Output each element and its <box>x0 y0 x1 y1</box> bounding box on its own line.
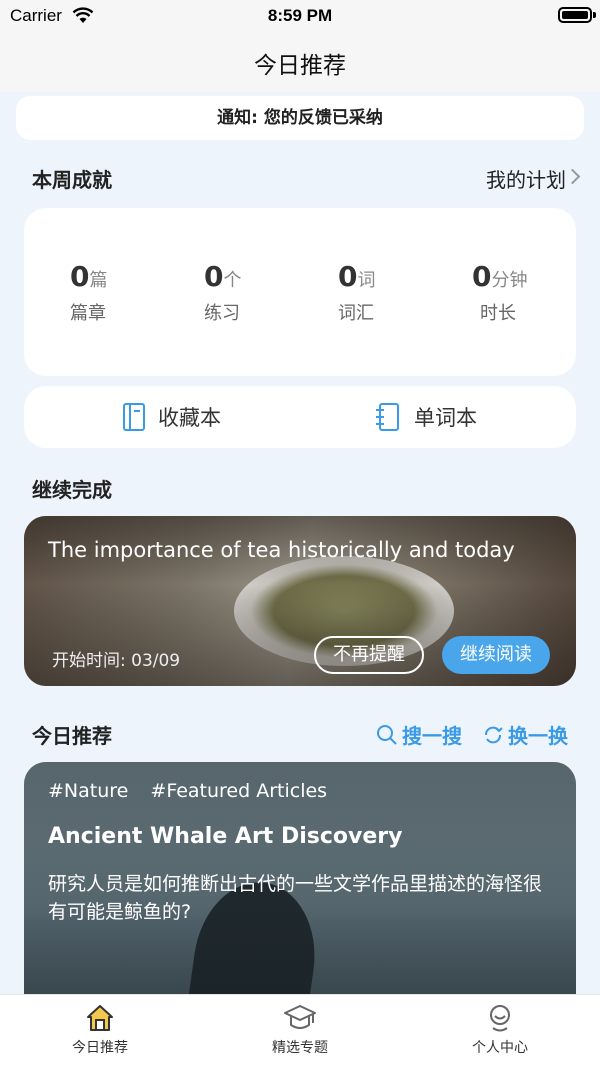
favorites-label: 收藏本 <box>158 406 221 430</box>
stat-value: 0 <box>472 260 492 293</box>
stat-unit: 个 <box>223 270 242 291</box>
notebook-icon <box>123 403 145 431</box>
tag-nature[interactable]: #Nature <box>48 780 128 802</box>
dismiss-reminder-button[interactable]: 不再提醒 <box>314 636 424 674</box>
stat-value: 0 <box>204 260 224 293</box>
tab-today-recommend[interactable]: 今日推荐 <box>40 1003 160 1057</box>
recommended-article-description: 研究人员是如何推断出古代的一些文学作品里描述的海怪很有可能是鲸鱼的? <box>48 873 543 923</box>
tab-featured-topics[interactable]: 精选专题 <box>240 1003 360 1057</box>
profile-icon <box>490 1005 510 1032</box>
search-icon <box>377 724 397 745</box>
page-title: 今日推荐 <box>254 53 346 79</box>
continue-reading-button[interactable]: 继续阅读 <box>442 636 550 674</box>
tag-featured-articles[interactable]: #Featured Articles <box>150 780 327 802</box>
stat-articles: 0篇 篇章 <box>70 260 190 325</box>
status-time: 8:59 PM <box>267 6 333 25</box>
stat-duration: 0分钟 时长 <box>472 260 592 325</box>
weekly-achievements-title: 本周成就 <box>32 168 112 192</box>
vocabulary-book-label: 单词本 <box>414 406 477 430</box>
status-bar: Carrier 8:59 PM <box>0 0 600 32</box>
notice-banner[interactable]: 通知: 您的反馈已采纳 <box>16 96 584 140</box>
tab-label: 今日推荐 <box>72 1040 128 1056</box>
refresh-icon <box>485 726 503 743</box>
tab-personal-center[interactable]: 个人中心 <box>440 1003 560 1057</box>
continue-article-title: The importance of tea historically and t… <box>48 538 515 562</box>
stat-label: 篇章 <box>70 303 106 324</box>
recommended-article-card[interactable]: #Nature #Featured Articles Ancient Whale… <box>24 762 576 1002</box>
battery-icon <box>558 7 596 23</box>
books-bar: 收藏本 单词本 <box>24 386 576 448</box>
tab-bar: 今日推荐 精选专题 个人中心 <box>0 994 600 1067</box>
graduation-cap-icon <box>284 1005 316 1029</box>
recommend-section-title: 今日推荐 <box>32 724 112 748</box>
favorites-button[interactable]: 收藏本 <box>122 400 221 434</box>
search-button[interactable]: 搜一搜 <box>376 720 462 749</box>
stat-words: 0词 词汇 <box>338 260 458 325</box>
start-time-label: 开始时间: 03/09 <box>52 651 181 671</box>
stat-label: 练习 <box>204 303 240 324</box>
stat-label: 时长 <box>480 303 516 324</box>
stat-unit: 分钟 <box>491 270 528 291</box>
tab-label: 个人中心 <box>472 1040 528 1056</box>
continue-reading-card[interactable]: The importance of tea historically and t… <box>24 516 576 686</box>
spiral-notebook-icon <box>376 403 399 431</box>
stat-label: 词汇 <box>338 303 374 324</box>
recommended-article-title: Ancient Whale Art Discovery <box>48 824 403 849</box>
refresh-button[interactable]: 换一换 <box>482 720 568 749</box>
tab-label: 精选专题 <box>272 1040 328 1056</box>
vocabulary-book-button[interactable]: 单词本 <box>374 400 477 434</box>
home-icon <box>87 1005 113 1031</box>
refresh-label: 换一换 <box>508 724 568 748</box>
article-tags: #Nature #Featured Articles <box>48 780 343 802</box>
stat-unit: 词 <box>357 270 376 291</box>
stat-unit: 篇 <box>89 270 108 291</box>
continue-section-title: 继续完成 <box>32 478 112 502</box>
nav-bar: 今日推荐 <box>0 32 600 92</box>
stat-exercises: 0个 练习 <box>204 260 324 325</box>
chevron-right-icon[interactable] <box>564 168 581 185</box>
stat-value: 0 <box>338 260 358 293</box>
my-plan-link[interactable]: 我的计划 <box>486 164 566 193</box>
stat-value: 0 <box>70 260 90 293</box>
search-label: 搜一搜 <box>402 724 462 748</box>
stats-card: 0篇 篇章 0个 练习 0词 词汇 0分钟 时长 <box>24 208 576 376</box>
